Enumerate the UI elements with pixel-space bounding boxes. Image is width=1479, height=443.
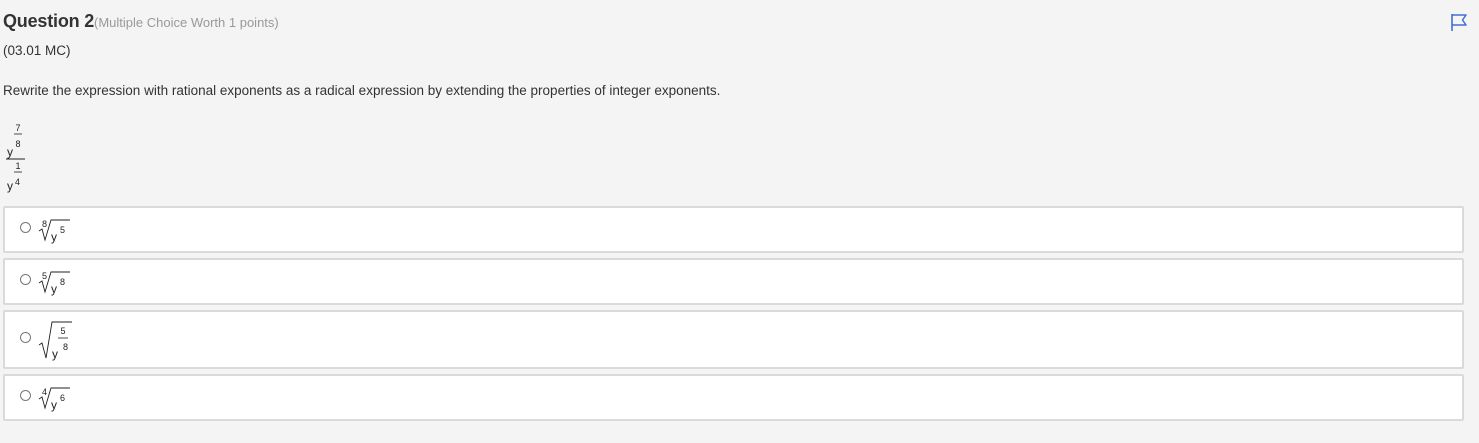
svg-text:8: 8 [63, 342, 68, 352]
svg-text:y: y [51, 282, 57, 296]
radio-button-a[interactable] [20, 222, 31, 233]
svg-text:4: 4 [42, 387, 47, 397]
question-code: (03.01 MC) [3, 43, 71, 58]
svg-text:y: y [52, 347, 58, 361]
answer-d-math: 4 y 6 [38, 387, 70, 412]
answer-c-math: 5 8 y [38, 321, 72, 361]
radio-button-b[interactable] [20, 274, 31, 285]
denominator-exp-den: 4 [15, 177, 20, 187]
svg-text:8: 8 [60, 277, 65, 287]
svg-text:5: 5 [60, 326, 65, 336]
answer-a-math: 8 y 5 [38, 219, 70, 244]
expression: 7 8 y 1 y 4 [6, 123, 25, 193]
svg-text:5: 5 [60, 225, 65, 235]
flag-icon[interactable] [1449, 12, 1469, 32]
answer-choice-c[interactable]: 5 8 y [3, 310, 1464, 369]
svg-text:y: y [51, 230, 57, 244]
svg-text:y: y [51, 398, 57, 412]
answer-choice-d[interactable]: 4 y 6 [3, 374, 1464, 421]
radio-button-d[interactable] [20, 390, 31, 401]
denominator-exp-num: 1 [15, 161, 20, 171]
svg-text:5: 5 [42, 271, 47, 281]
answer-b-math: 5 y 8 [38, 271, 70, 296]
question-header: Question 2(Multiple Choice Worth 1 point… [3, 11, 279, 32]
denominator-base: y [7, 179, 13, 193]
question-prompt: Rewrite the expression with rational exp… [3, 83, 721, 98]
numerator-base: y [7, 145, 13, 159]
question-title: Question 2 [3, 11, 95, 31]
svg-text:6: 6 [60, 393, 65, 403]
answer-choice-a[interactable]: 8 y 5 [3, 206, 1464, 253]
svg-text:8: 8 [42, 219, 47, 229]
numerator-exp-num: 7 [15, 123, 20, 133]
radio-button-c[interactable] [20, 332, 31, 343]
answer-choice-b[interactable]: 5 y 8 [3, 258, 1464, 305]
question-worth: (Multiple Choice Worth 1 points) [94, 15, 279, 30]
numerator-exp-den: 8 [15, 139, 20, 149]
